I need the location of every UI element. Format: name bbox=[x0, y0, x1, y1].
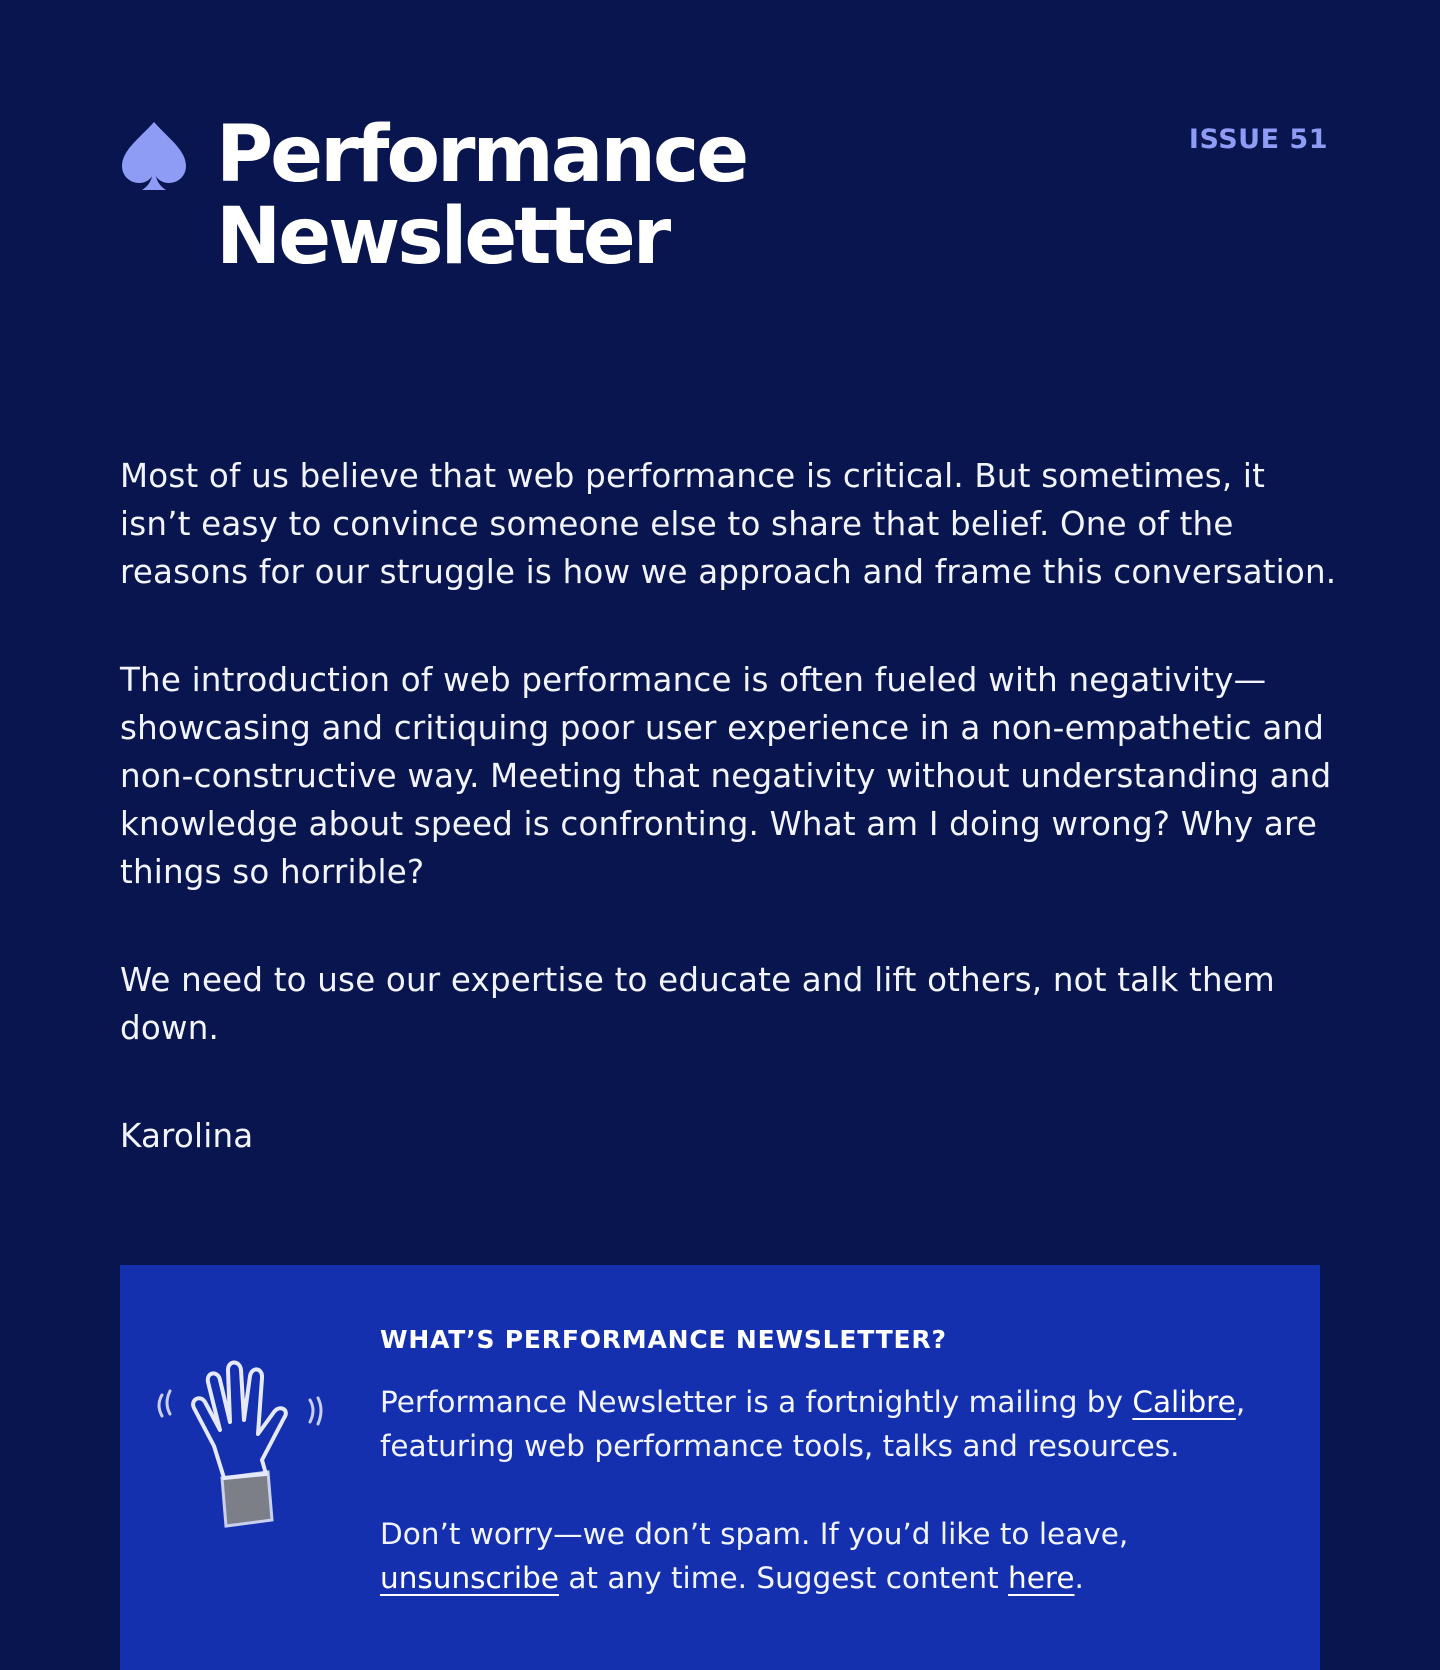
newsletter-page: Performance Newsletter ISSUE 51 Most of … bbox=[0, 0, 1440, 1670]
title-line-1: Performance bbox=[216, 110, 749, 200]
signature: Karolina bbox=[120, 1117, 254, 1155]
suggest-content-link[interactable]: here bbox=[1008, 1561, 1074, 1595]
page-title: Performance Newsletter bbox=[216, 110, 749, 282]
title-line-2: Newsletter bbox=[216, 192, 671, 282]
intro-text: Most of us believe that web performance … bbox=[120, 452, 1340, 1160]
calibre-link[interactable]: Calibre bbox=[1132, 1385, 1235, 1419]
about-heading: WHAT’S PERFORMANCE NEWSLETTER? bbox=[380, 1325, 947, 1354]
about-description: Performance Newsletter is a fortnightly … bbox=[380, 1380, 1280, 1468]
about-text-1a: Performance Newsletter is a fortnightly … bbox=[380, 1385, 1133, 1419]
about-text-2b: at any time. Suggest content bbox=[558, 1561, 1009, 1595]
intro-paragraph-2: The introduction of web performance is o… bbox=[120, 661, 1332, 891]
about-panel: WHAT’S PERFORMANCE NEWSLETTER? Performan… bbox=[120, 1265, 1320, 1670]
intro-paragraph-3: We need to use our expertise to educate … bbox=[120, 961, 1275, 1047]
unsubscribe-link[interactable]: unsunscribe bbox=[380, 1561, 559, 1595]
about-text-2c: . bbox=[1074, 1561, 1084, 1595]
intro-paragraph-1: Most of us believe that web performance … bbox=[120, 457, 1337, 591]
issue-number: ISSUE 51 bbox=[1188, 124, 1328, 155]
about-text-2a: Don’t worry—we don’t spam. If you’d like… bbox=[380, 1517, 1129, 1551]
waving-hand-icon bbox=[157, 1360, 323, 1528]
about-unsubscribe-note: Don’t worry—we don’t spam. If you’d like… bbox=[380, 1512, 1280, 1600]
about-content: WHAT’S PERFORMANCE NEWSLETTER? Performan… bbox=[380, 1325, 1280, 1644]
newsletter-header: Performance Newsletter ISSUE 51 bbox=[120, 114, 1328, 280]
spade-icon bbox=[122, 122, 186, 190]
